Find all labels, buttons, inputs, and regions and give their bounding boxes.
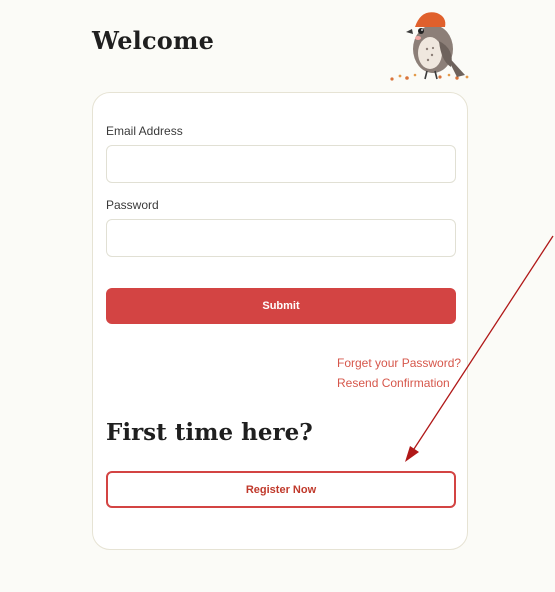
forgot-password-link[interactable]: Forget your Password? [337,356,461,370]
register-heading: First time here? [106,419,313,446]
bird-mascot-icon [390,12,469,81]
page-title: Welcome [92,26,215,55]
resend-confirmation-link[interactable]: Resend Confirmation [337,376,450,390]
password-field[interactable] [106,219,456,257]
register-button[interactable]: Register Now [106,471,456,508]
password-label: Password [106,198,159,212]
submit-button[interactable]: Submit [106,288,456,324]
email-field[interactable] [106,145,456,183]
email-label: Email Address [106,124,183,138]
